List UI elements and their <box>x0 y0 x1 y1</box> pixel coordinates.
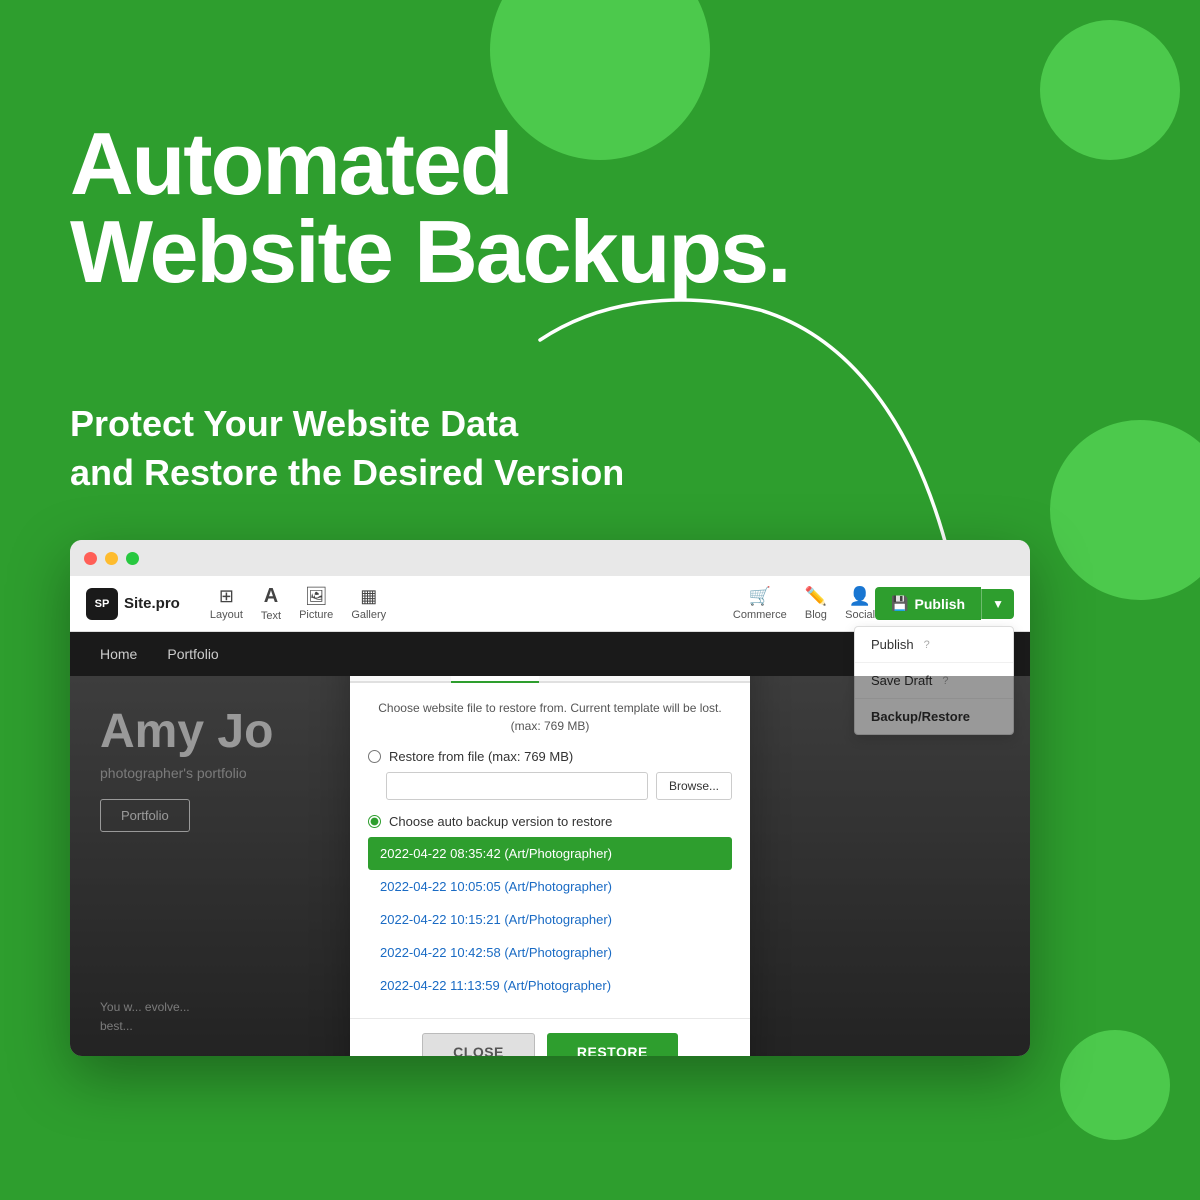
editor-bar: SP Site.pro ⊞ Layout A Text 🖼 Picture ▦ … <box>70 576 1030 632</box>
dialog-info-text: Choose website file to restore from. Cur… <box>368 699 732 735</box>
main-heading: Automated Website Backups. <box>70 120 850 296</box>
tool-blog-label: Blog <box>805 609 827 621</box>
decorative-circle-mid-right <box>1050 420 1200 600</box>
tab-backup[interactable]: Backup <box>368 676 451 683</box>
backup-restore-dialog: Backup/Restore × Backup Restore Choose w… <box>350 676 750 1056</box>
tool-picture-label: Picture <box>299 609 333 621</box>
tool-gallery-label: Gallery <box>351 609 386 621</box>
commerce-icon: 🛒 <box>749 586 771 607</box>
dropdown-publish[interactable]: Publish ? <box>855 627 1013 663</box>
dialog-footer: CLOSE RESTORE <box>350 1018 750 1056</box>
blog-icon: ✏️ <box>805 586 827 607</box>
tool-text[interactable]: A Text <box>261 585 281 622</box>
publish-dropdown-toggle[interactable]: ▼ <box>981 589 1014 619</box>
file-input-row: Browse... <box>386 772 732 800</box>
decorative-circle-top-right <box>1040 20 1180 160</box>
dialog-body: Choose website file to restore from. Cur… <box>350 683 750 1018</box>
radio-file-label: Restore from file (max: 769 MB) <box>389 749 573 764</box>
tool-commerce[interactable]: 🛒 Commerce <box>733 586 787 621</box>
radio-auto-row: Choose auto backup version to restore <box>368 814 732 829</box>
tool-layout-label: Layout <box>210 609 243 621</box>
tool-blog[interactable]: ✏️ Blog <box>805 586 827 621</box>
picture-icon: 🖼 <box>305 586 328 607</box>
site-content: Amy Jo photographer's portfolio Portfoli… <box>70 676 1030 1056</box>
backup-item-0[interactable]: 2022-04-22 08:35:42 (Art/Photographer) <box>368 837 732 870</box>
backup-item-3[interactable]: 2022-04-22 10:42:58 (Art/Photographer) <box>368 936 732 969</box>
layout-icon: ⊞ <box>219 586 234 607</box>
decorative-circle-bottom-right <box>1060 1030 1170 1140</box>
nav-portfolio[interactable]: Portfolio <box>167 646 218 662</box>
browser-titlebar <box>70 540 1030 576</box>
tool-commerce-label: Commerce <box>733 609 787 621</box>
site-name: Site.pro <box>124 595 180 612</box>
social-icon: 👤 <box>849 586 871 607</box>
tool-layout[interactable]: ⊞ Layout <box>210 586 243 621</box>
save-icon: 💾 <box>891 595 908 612</box>
publish-main-button[interactable]: 💾 Publish <box>875 587 981 620</box>
browser-dot-red <box>84 552 97 565</box>
tab-restore[interactable]: Restore <box>451 676 539 683</box>
backup-item-4[interactable]: 2022-04-22 11:13:59 (Art/Photographer) <box>368 969 732 1002</box>
tool-gallery[interactable]: ▦ Gallery <box>351 586 386 621</box>
close-dialog-button[interactable]: CLOSE <box>422 1033 535 1056</box>
radio-auto-input[interactable] <box>368 815 381 828</box>
browse-button[interactable]: Browse... <box>656 772 732 800</box>
backup-item-2[interactable]: 2022-04-22 10:15:21 (Art/Photographer) <box>368 903 732 936</box>
nav-home[interactable]: Home <box>100 646 137 662</box>
browser-window: SP Site.pro ⊞ Layout A Text 🖼 Picture ▦ … <box>70 540 1030 1056</box>
dialog-overlay: Backup/Restore × Backup Restore Choose w… <box>70 676 1030 1056</box>
tool-text-label: Text <box>261 610 281 622</box>
tool-social[interactable]: 👤 Social <box>845 586 875 621</box>
backup-item-1[interactable]: 2022-04-22 10:05:05 (Art/Photographer) <box>368 870 732 903</box>
file-input[interactable] <box>386 772 648 800</box>
browser-dot-green <box>126 552 139 565</box>
publish-button-group: 💾 Publish ▼ <box>875 587 1014 620</box>
subtitle: Protect Your Website Data and Restore th… <box>70 400 624 497</box>
gallery-icon: ▦ <box>360 586 377 607</box>
restore-button[interactable]: RESTORE <box>547 1033 678 1056</box>
tool-picture[interactable]: 🖼 Picture <box>299 586 333 621</box>
radio-auto-label: Choose auto backup version to restore <box>389 814 612 829</box>
backup-version-list: 2022-04-22 08:35:42 (Art/Photographer) 2… <box>368 837 732 1002</box>
radio-file-input[interactable] <box>368 750 381 763</box>
dialog-tabs: Backup Restore <box>350 676 750 683</box>
editor-right: 💾 Publish ▼ <box>875 587 1014 620</box>
site-logo: SP Site.pro <box>86 588 180 620</box>
tool-social-label: Social <box>845 609 875 621</box>
browser-dot-yellow <box>105 552 118 565</box>
editor-tools: ⊞ Layout A Text 🖼 Picture ▦ Gallery 🛒 Co… <box>210 585 875 622</box>
logo-sp-icon: SP <box>86 588 118 620</box>
text-icon: A <box>264 585 278 608</box>
radio-file-row: Restore from file (max: 769 MB) <box>368 749 732 764</box>
